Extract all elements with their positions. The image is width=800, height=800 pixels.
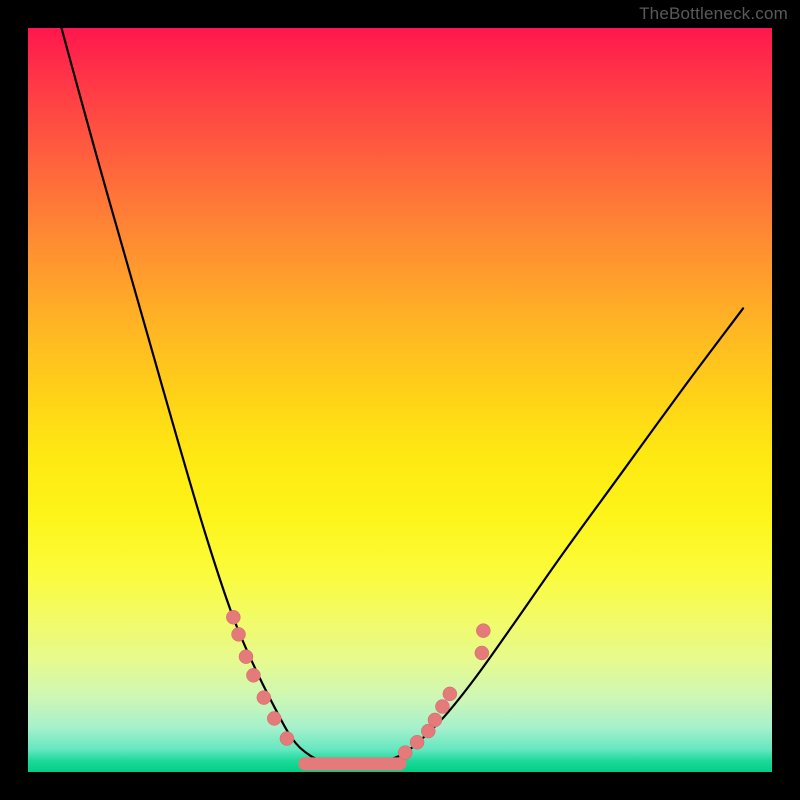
marker-right-3	[428, 713, 442, 727]
marker-right-4	[435, 700, 449, 714]
marker-left-1	[232, 627, 246, 641]
marker-left-4	[257, 691, 271, 705]
marker-right-7	[476, 624, 490, 638]
marker-left-6	[280, 732, 294, 746]
marker-left-2	[239, 650, 253, 664]
marker-right-6	[475, 646, 489, 660]
marker-left-3	[246, 668, 260, 682]
chart-frame: TheBottleneck.com	[0, 0, 800, 800]
plot-area	[28, 28, 772, 772]
marker-right-1	[410, 735, 424, 749]
chart-overlay	[28, 28, 772, 772]
marker-right-5	[443, 687, 457, 701]
marker-right-0	[398, 746, 412, 760]
watermark-text: TheBottleneck.com	[639, 4, 788, 24]
bottleneck-curve	[61, 28, 743, 765]
marker-left-5	[267, 711, 281, 725]
marker-left-0	[226, 610, 240, 624]
